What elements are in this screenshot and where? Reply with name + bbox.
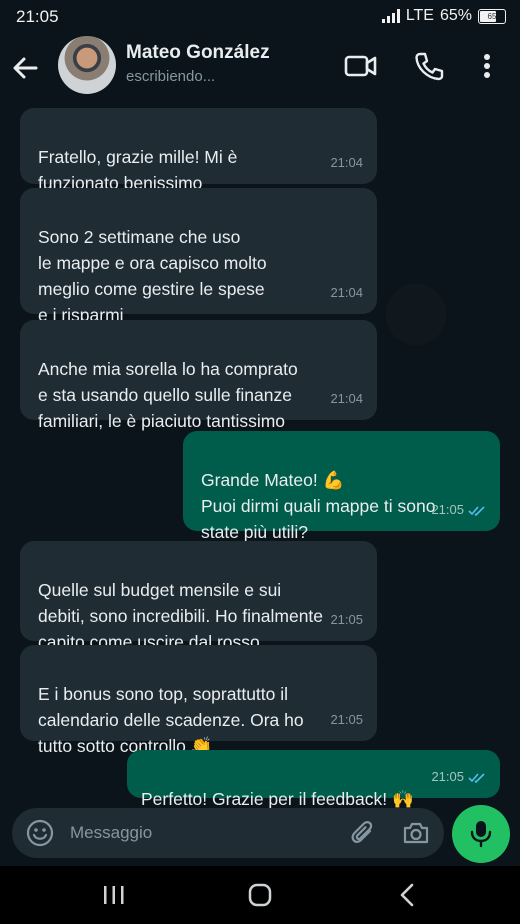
chat-header: Mateo González escribiendo... [0,32,520,104]
video-call-icon[interactable] [344,50,378,87]
mic-icon [470,821,492,848]
message-time: 21:04 [330,285,363,300]
camera-icon[interactable] [402,820,430,851]
message-time: 21:05 [330,712,363,727]
phone-icon[interactable] [414,50,444,87]
attach-icon[interactable] [350,819,376,852]
home-icon[interactable] [247,882,273,913]
status-bar: 21:05 LTE 65% 65 [0,0,520,32]
avatar[interactable] [58,36,116,94]
message-time: 21:05 [431,502,464,517]
nav-back-icon[interactable] [398,882,416,913]
message-text: Grande Mateo! 💪 Puoi dirmi quali mappe t… [201,470,436,542]
message-meta: 21:05 [431,764,486,790]
read-ticks-icon [468,772,485,783]
contact-name[interactable]: Mateo González [126,42,270,64]
more-vert-icon[interactable] [480,50,494,87]
network-type: LTE [405,7,434,24]
message-time: 21:04 [330,155,363,170]
read-ticks-icon [468,505,485,516]
message-text: Quelle sul budget mensile e sui debiti, … [38,580,324,652]
battery-icon: 65 [478,8,506,24]
message-composer[interactable]: Messaggio [12,808,444,858]
recents-icon[interactable] [102,884,126,911]
message-text: Anche mia sorella lo ha comprato e sta u… [38,359,298,431]
message-bubble-incoming[interactable]: Fratello, grazie mille! Mi è funzionato … [20,108,377,193]
message-time: 21:05 [431,769,464,784]
back-arrow-icon[interactable] [10,50,40,86]
message-time: 21:04 [330,391,363,406]
system-nav-bar [0,866,520,924]
message-bubble-incoming[interactable]: Sono 2 settimane che uso le mappe e ora … [20,188,377,325]
message-bubble-incoming[interactable]: E i bonus sono top, soprattutto il calen… [20,645,377,756]
emoji-icon[interactable] [26,819,54,852]
message-text: Sono 2 settimane che uso le mappe e ora … [38,227,267,325]
message-time: 21:05 [330,612,363,627]
message-text: Perfetto! Grazie per il feedback! 🙌 [141,789,414,809]
message-text: E i bonus sono top, soprattutto il calen… [38,684,304,756]
status-right: LTE 65% 65 [381,7,506,25]
message-bubble-incoming[interactable]: Anche mia sorella lo ha comprato e sta u… [20,320,377,431]
contact-status: escribiendo... [126,68,216,85]
message-bubble-incoming[interactable]: Quelle sul budget mensile e sui debiti, … [20,541,377,652]
message-bubble-outgoing[interactable]: Grande Mateo! 💪 Puoi dirmi quali mappe t… [183,431,500,542]
message-meta: 21:05 [431,497,486,523]
message-input[interactable]: Messaggio [70,823,152,843]
message-text: Fratello, grazie mille! Mi è funzionato … [38,147,238,193]
mic-button[interactable] [452,805,510,863]
battery-percent: 65% [439,7,472,24]
chat-area[interactable]: Fratello, grazie mille! Mi è funzionato … [0,104,520,809]
message-bubble-outgoing[interactable]: Perfetto! Grazie per il feedback! 🙌 21:0… [127,750,500,809]
status-time: 21:05 [16,7,59,26]
signal-icon [381,9,400,23]
